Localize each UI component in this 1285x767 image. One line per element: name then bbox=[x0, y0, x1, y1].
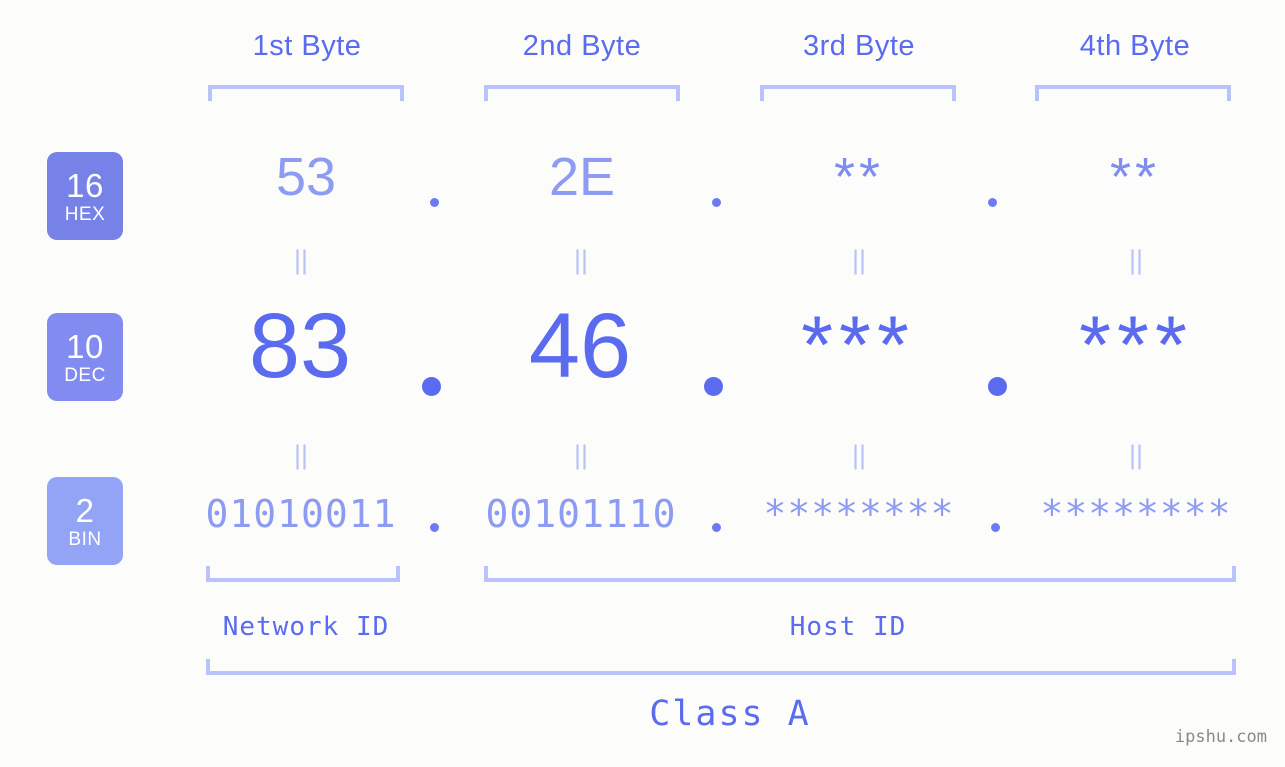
radix-badge-hex: 16 HEX bbox=[47, 152, 123, 240]
network-id-label: Network ID bbox=[222, 612, 390, 642]
radix-badge-bin: 2 BIN bbox=[47, 477, 123, 565]
dec-separator-dot-3 bbox=[988, 377, 1007, 396]
hex-octet-2: 2E bbox=[548, 147, 616, 207]
ip-address-breakdown-diagram: 1st Byte 2nd Byte 3rd Byte 4th Byte 16 H… bbox=[0, 0, 1285, 767]
dec-separator-dot-2 bbox=[704, 377, 723, 396]
hex-separator-dot-2 bbox=[712, 198, 721, 207]
dec-octet-4: *** bbox=[1079, 300, 1193, 391]
radix-badge-dec-number: 10 bbox=[66, 327, 104, 365]
radix-badge-bin-number: 2 bbox=[75, 491, 95, 529]
radix-badge-hex-unit: HEX bbox=[64, 203, 106, 225]
byte-bracket-2 bbox=[484, 85, 680, 101]
equals-marker-dec-bin-4: || bbox=[1129, 440, 1144, 470]
dec-octet-3: *** bbox=[801, 300, 915, 391]
bin-octet-4: ******** bbox=[1040, 492, 1232, 536]
byte-bracket-1 bbox=[208, 85, 404, 101]
host-id-label: Host ID bbox=[789, 612, 907, 642]
dec-octet-2: 46 bbox=[528, 295, 632, 397]
bin-separator-dot-3 bbox=[991, 523, 1000, 532]
radix-badge-dec-unit: DEC bbox=[64, 364, 106, 386]
byte-bracket-4 bbox=[1035, 85, 1231, 101]
hex-octet-1: 53 bbox=[275, 147, 337, 207]
equals-marker-dec-bin-1: || bbox=[294, 440, 309, 470]
bin-octet-1: 01010011 bbox=[205, 492, 397, 536]
hex-octet-4: ** bbox=[1109, 147, 1161, 207]
class-label: Class A bbox=[649, 694, 811, 734]
bin-separator-dot-2 bbox=[712, 523, 721, 532]
dec-separator-dot-1 bbox=[422, 377, 441, 396]
radix-badge-hex-number: 16 bbox=[66, 166, 104, 204]
equals-marker-hex-dec-3: || bbox=[852, 245, 867, 275]
radix-badge-bin-unit: BIN bbox=[68, 528, 102, 550]
host-id-bracket bbox=[484, 566, 1236, 582]
bin-octet-3: ******** bbox=[763, 492, 955, 536]
byte-header-1: 1st Byte bbox=[252, 30, 362, 62]
byte-header-4: 4th Byte bbox=[1079, 30, 1191, 62]
class-bracket bbox=[206, 659, 1236, 675]
equals-marker-hex-dec-2: || bbox=[574, 245, 589, 275]
equals-marker-hex-dec-1: || bbox=[294, 245, 309, 275]
byte-bracket-3 bbox=[760, 85, 956, 101]
equals-marker-dec-bin-3: || bbox=[852, 440, 867, 470]
hex-separator-dot-3 bbox=[988, 198, 997, 207]
equals-marker-hex-dec-4: || bbox=[1129, 245, 1144, 275]
bin-separator-dot-1 bbox=[430, 523, 439, 532]
dec-octet-1: 83 bbox=[248, 295, 352, 397]
network-id-bracket bbox=[206, 566, 400, 582]
byte-header-2: 2nd Byte bbox=[522, 30, 642, 62]
byte-header-3: 3rd Byte bbox=[803, 30, 915, 62]
bin-octet-2: 00101110 bbox=[485, 492, 677, 536]
watermark: ipshu.com bbox=[1174, 727, 1267, 747]
hex-octet-3: ** bbox=[833, 147, 885, 207]
hex-separator-dot-1 bbox=[430, 198, 439, 207]
equals-marker-dec-bin-2: || bbox=[574, 440, 589, 470]
radix-badge-dec: 10 DEC bbox=[47, 313, 123, 401]
